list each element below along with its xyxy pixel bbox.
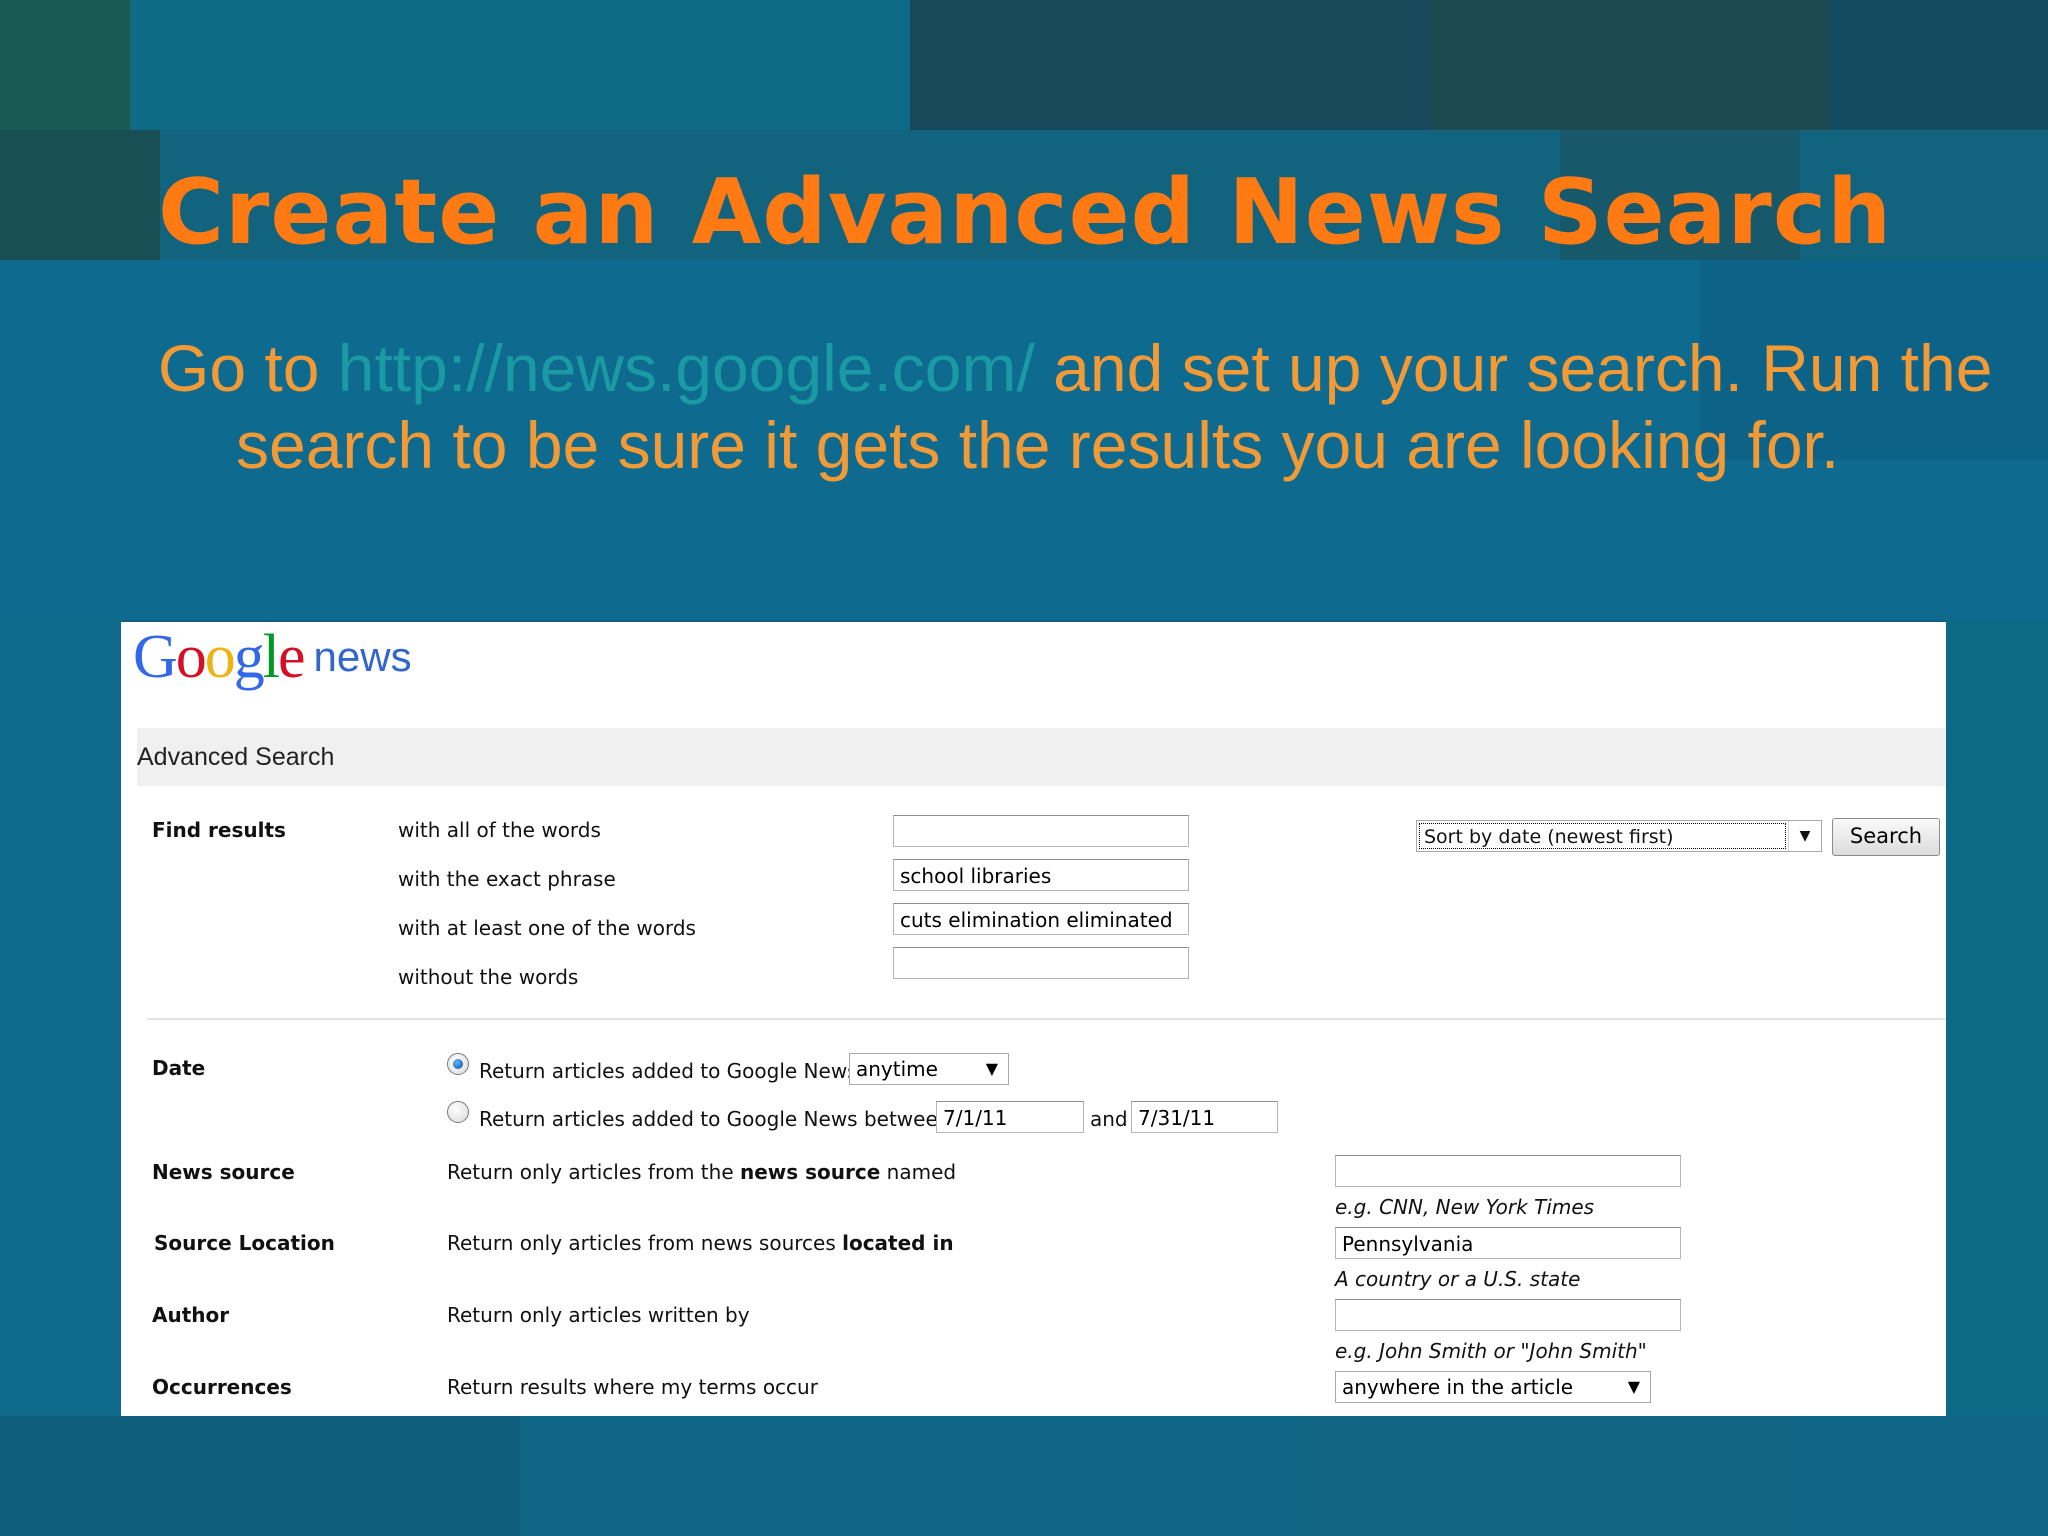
search-button[interactable]: Search (1832, 818, 1940, 856)
news-source-text-before: Return only articles from the (447, 1160, 740, 1184)
exact-phrase-input[interactable]: school libraries (893, 859, 1189, 891)
source-location-text-before: Return only articles from news sources (447, 1231, 843, 1255)
date-to-input[interactable]: 7/31/11 (1131, 1101, 1278, 1133)
logo-product-name: news (313, 633, 412, 680)
author-label: Author (152, 1303, 230, 1327)
news-source-label: News source (152, 1160, 295, 1184)
date-between-radio[interactable] (447, 1101, 469, 1123)
date-range-value: anytime (856, 1057, 938, 1081)
date-and-label: and (1090, 1107, 1128, 1131)
occurrences-value: anywhere in the article (1342, 1375, 1574, 1399)
news-source-text-bold: news source (739, 1160, 881, 1184)
author-input[interactable] (1335, 1299, 1681, 1331)
date-from-input[interactable]: 7/1/11 (936, 1101, 1084, 1133)
without-words-input[interactable] (893, 947, 1189, 979)
sort-order-value: Sort by date (newest first) (1419, 823, 1786, 849)
news-source-hint: e.g. CNN, New York Times (1335, 1195, 1595, 1219)
news-url-link[interactable]: http://news.google.com/ (338, 331, 1035, 405)
any-words-input[interactable]: cuts elimination eliminated (893, 903, 1189, 935)
author-hint: e.g. John Smith or "John Smith" (1335, 1339, 1647, 1363)
section-divider (147, 1018, 1946, 1020)
exact-phrase-label: with the exact phrase (398, 867, 616, 891)
logo-letter-o1: o (175, 623, 207, 691)
without-words-label: without the words (398, 965, 579, 989)
source-location-input[interactable]: Pennsylvania (1335, 1227, 1681, 1259)
chevron-down-icon[interactable]: ▼ (1788, 821, 1821, 851)
source-location-label: Source Location (154, 1231, 335, 1255)
source-location-text: Return only articles from news sources l… (447, 1231, 954, 1255)
logo-letter-o2: o (204, 623, 236, 691)
find-results-label: Find results (152, 818, 286, 842)
all-words-label: with all of the words (398, 818, 601, 842)
date-anytime-text: Return articles added to Google News (479, 1059, 858, 1083)
author-text: Return only articles written by (447, 1303, 750, 1327)
news-source-text: Return only articles from the news sourc… (447, 1160, 956, 1184)
logo-letter-g2: g (233, 623, 265, 691)
google-news-advanced-search-screenshot: Google news Advanced Search Find results … (121, 622, 1946, 1416)
date-range-select[interactable]: anytime ▼ (849, 1053, 1009, 1085)
date-label: Date (152, 1056, 206, 1080)
sort-order-select[interactable]: Sort by date (newest first) ▼ (1416, 820, 1822, 852)
occurrences-label: Occurrences (152, 1375, 292, 1399)
logo-letter-e: e (278, 623, 305, 691)
slide-title: Create an Advanced News Search (158, 160, 1893, 265)
body-prefix: Go to (158, 331, 338, 405)
advanced-search-header: Advanced Search (137, 728, 1946, 786)
logo-letter-g1: G (133, 623, 178, 691)
news-source-input[interactable] (1335, 1155, 1681, 1187)
all-words-input[interactable] (893, 815, 1189, 847)
source-location-hint: A country or a U.S. state (1335, 1267, 1581, 1291)
date-anytime-radio[interactable] (447, 1053, 469, 1075)
page-title: Advanced Search (137, 743, 335, 771)
google-news-logo[interactable]: Google news (133, 622, 412, 702)
source-location-text-bold: located in (842, 1231, 954, 1255)
logo-letter-l: l (262, 623, 280, 691)
news-source-text-after: named (880, 1160, 957, 1184)
occurrences-select[interactable]: anywhere in the article ▼ (1335, 1371, 1651, 1403)
date-between-text: Return articles added to Google News bet… (479, 1107, 951, 1131)
any-words-label: with at least one of the words (398, 916, 696, 940)
occurrences-text: Return results where my terms occur (447, 1375, 818, 1399)
chevron-down-icon: ▼ (1627, 1377, 1640, 1396)
slide-body: Go to http://news.google.com/ and set up… (158, 330, 1996, 484)
chevron-down-icon: ▼ (985, 1059, 998, 1078)
